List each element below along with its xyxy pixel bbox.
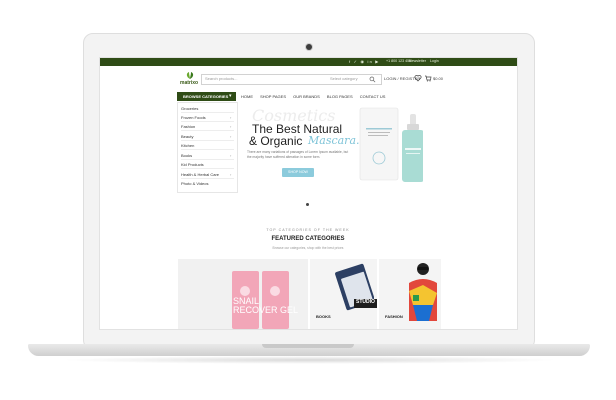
featured-tile-label: FASHION xyxy=(385,314,403,319)
chevron-right-icon: › xyxy=(230,153,232,158)
category-item-kid-products[interactable]: Kid Products xyxy=(181,162,204,167)
browse-categories-button[interactable]: BROWSE CATEGORIES ▾ xyxy=(177,92,236,101)
top-phone: +1 800 123 456 xyxy=(386,59,412,63)
nav-shop-pages[interactable]: SHOP PAGES xyxy=(260,94,286,99)
category-divider xyxy=(181,130,234,131)
laptop-screen: f ✓ ◉ in ▶ +1 800 123 456 Newsletter Log… xyxy=(99,57,518,330)
category-item-beauty[interactable]: Beauty xyxy=(181,134,193,139)
featured-tile-books[interactable]: STUDIO BOOKS xyxy=(310,259,377,329)
chevron-right-icon: › xyxy=(230,134,232,139)
shop-now-button[interactable]: SHOP NOW xyxy=(282,168,314,177)
shop-now-label: SHOP NOW xyxy=(288,170,308,174)
category-item-fashion[interactable]: Fashion xyxy=(181,124,195,129)
nav-blog-pages[interactable]: BLOG PAGES xyxy=(327,94,353,99)
chevron-right-icon: › xyxy=(230,172,232,177)
top-login-link[interactable]: Login xyxy=(430,59,439,63)
tube-product-text: SNAIL RECOVER GEL xyxy=(233,296,299,315)
top-newsletter-link[interactable]: Newsletter xyxy=(409,59,426,63)
category-divider xyxy=(181,159,234,160)
category-divider xyxy=(181,112,234,113)
category-item-frozen-foods[interactable]: Frozen Foods xyxy=(181,115,206,120)
category-menu: Groceries Frozen Foods Fashion Beauty Ki… xyxy=(177,102,238,193)
featured-tile-fashion[interactable]: FASHION xyxy=(379,259,441,329)
category-divider xyxy=(181,140,234,141)
category-divider xyxy=(181,121,234,122)
featured-eyebrow: TOP CATEGORIES OF THE WEEK xyxy=(266,228,350,232)
category-divider xyxy=(181,149,234,150)
chevron-down-icon: ▾ xyxy=(229,93,232,99)
nav-home[interactable]: HOME xyxy=(241,94,253,99)
hero-product-image xyxy=(359,107,423,182)
featured-subtitle: Browse our categories, shop with the bes… xyxy=(272,246,344,250)
search-bar[interactable]: Search products... Select category xyxy=(201,74,382,85)
search-category-select[interactable]: Select category xyxy=(330,76,358,81)
featured-title: FEATURED CATEGORIES xyxy=(271,236,345,242)
fashion-model-image xyxy=(409,263,437,321)
laptop-shadow xyxy=(60,356,560,364)
cart-icon[interactable] xyxy=(424,74,432,82)
webcam-icon xyxy=(306,44,312,50)
featured-tile-label: BOOKS xyxy=(316,314,331,319)
chevron-right-icon: › xyxy=(230,124,232,129)
search-icon[interactable] xyxy=(369,76,376,83)
slider-dot[interactable] xyxy=(306,203,309,206)
category-divider xyxy=(181,168,234,169)
hero-title-accent: Mascara. xyxy=(308,134,360,147)
top-bar xyxy=(100,58,517,66)
laptop-notch xyxy=(262,344,354,348)
category-item-groceries[interactable]: Groceries xyxy=(181,106,198,111)
category-item-health-herbal[interactable]: Health & Herbal Care xyxy=(181,172,219,177)
category-divider xyxy=(181,178,234,179)
book-cover-text: STUDIO xyxy=(354,299,377,308)
category-item-books[interactable]: Books xyxy=(181,153,192,158)
hero-subtitle: There are many variations of passages of… xyxy=(247,150,349,159)
logo-text[interactable]: matrixo xyxy=(180,80,198,86)
cart-total[interactable]: $0.00 xyxy=(433,76,443,81)
search-input[interactable]: Search products... xyxy=(205,76,325,81)
browse-categories-label: BROWSE CATEGORIES xyxy=(183,94,229,99)
social-icons[interactable]: f ✓ ◉ in ▶ xyxy=(349,59,380,64)
featured-tile-beauty[interactable]: SNAIL RECOVER GEL xyxy=(178,259,308,329)
main-nav: HOME SHOP PAGES OUR BRANDS BLOG PAGES CO… xyxy=(241,94,391,99)
logo-leaf-icon[interactable] xyxy=(185,71,195,80)
category-item-photo-videos[interactable]: Photo & Videos xyxy=(181,181,209,186)
chevron-right-icon: › xyxy=(230,115,232,120)
hero-title-line2: & Organic xyxy=(249,134,303,148)
category-item-kitchen[interactable]: Kitchen xyxy=(181,143,194,148)
wishlist-heart-icon[interactable] xyxy=(414,74,422,82)
nav-contact-us[interactable]: CONTACT US xyxy=(360,94,386,99)
nav-our-brands[interactable]: OUR BRANDS xyxy=(293,94,320,99)
